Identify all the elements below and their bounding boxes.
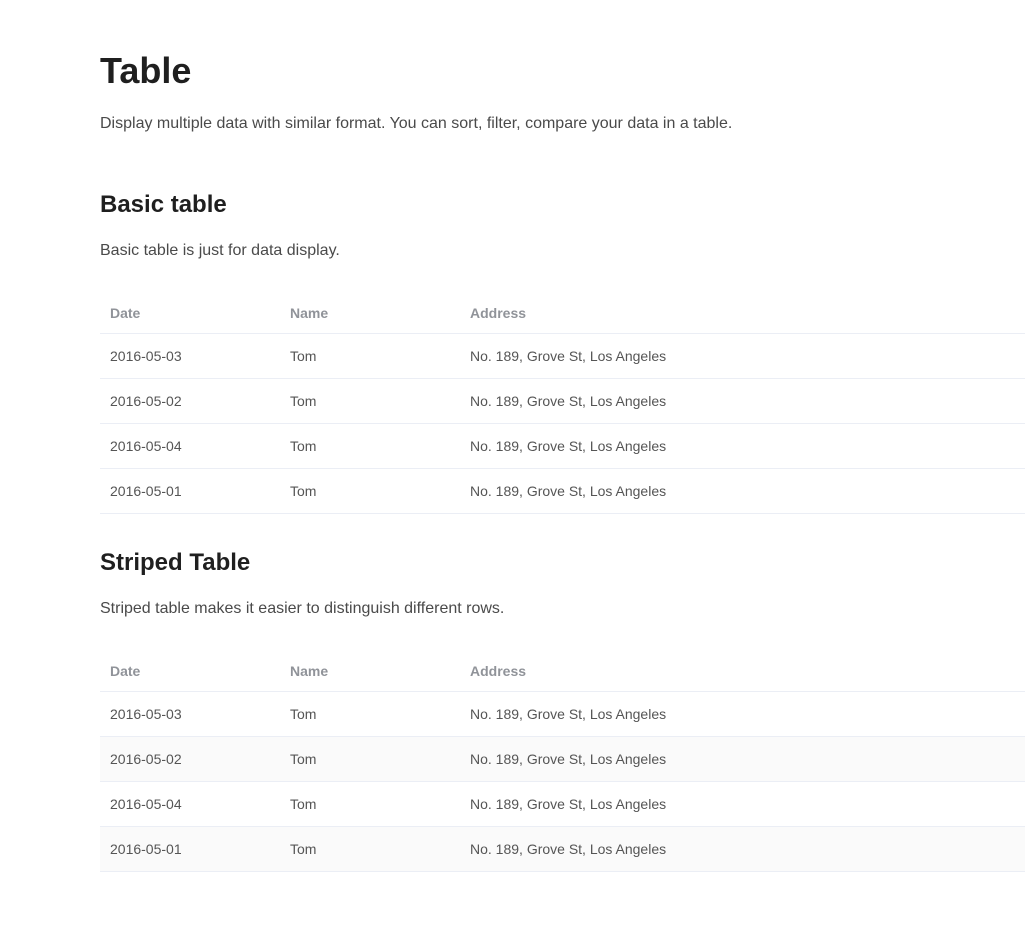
- cell-name: Tom: [280, 379, 460, 424]
- cell-date: 2016-05-03: [100, 334, 280, 379]
- cell-address: No. 189, Grove St, Los Angeles: [460, 379, 1025, 424]
- table-header-row: Date Name Address: [100, 293, 1025, 334]
- striped-section-description: Striped table makes it easier to disting…: [100, 597, 1025, 621]
- basic-section-description: Basic table is just for data display.: [100, 239, 1025, 263]
- basic-section-title: Basic table: [100, 191, 1025, 219]
- table-row: 2016-05-02 Tom No. 189, Grove St, Los An…: [100, 379, 1025, 424]
- cell-date: 2016-05-01: [100, 827, 280, 872]
- table-row: 2016-05-02 Tom No. 189, Grove St, Los An…: [100, 737, 1025, 782]
- table-row: 2016-05-01 Tom No. 189, Grove St, Los An…: [100, 469, 1025, 514]
- cell-name: Tom: [280, 469, 460, 514]
- column-header-name: Name: [280, 651, 460, 692]
- cell-address: No. 189, Grove St, Los Angeles: [460, 782, 1025, 827]
- table-row: 2016-05-04 Tom No. 189, Grove St, Los An…: [100, 424, 1025, 469]
- column-header-date: Date: [100, 293, 280, 334]
- page-description: Display multiple data with similar forma…: [100, 112, 1025, 136]
- cell-address: No. 189, Grove St, Los Angeles: [460, 827, 1025, 872]
- cell-address: No. 189, Grove St, Los Angeles: [460, 692, 1025, 737]
- striped-table: Date Name Address 2016-05-03 Tom No. 189…: [100, 651, 1025, 872]
- table-row: 2016-05-03 Tom No. 189, Grove St, Los An…: [100, 692, 1025, 737]
- cell-address: No. 189, Grove St, Los Angeles: [460, 469, 1025, 514]
- cell-address: No. 189, Grove St, Los Angeles: [460, 424, 1025, 469]
- cell-date: 2016-05-02: [100, 737, 280, 782]
- cell-date: 2016-05-03: [100, 692, 280, 737]
- cell-name: Tom: [280, 782, 460, 827]
- page-container: Table Display multiple data with similar…: [100, 50, 1025, 872]
- column-header-name: Name: [280, 293, 460, 334]
- basic-table: Date Name Address 2016-05-03 Tom No. 189…: [100, 293, 1025, 514]
- cell-address: No. 189, Grove St, Los Angeles: [460, 334, 1025, 379]
- cell-name: Tom: [280, 692, 460, 737]
- cell-name: Tom: [280, 424, 460, 469]
- cell-date: 2016-05-04: [100, 424, 280, 469]
- table-row: 2016-05-03 Tom No. 189, Grove St, Los An…: [100, 334, 1025, 379]
- table-row: 2016-05-01 Tom No. 189, Grove St, Los An…: [100, 827, 1025, 872]
- cell-address: No. 189, Grove St, Los Angeles: [460, 737, 1025, 782]
- column-header-date: Date: [100, 651, 280, 692]
- column-header-address: Address: [460, 651, 1025, 692]
- cell-date: 2016-05-02: [100, 379, 280, 424]
- cell-date: 2016-05-01: [100, 469, 280, 514]
- striped-section-title: Striped Table: [100, 549, 1025, 577]
- cell-name: Tom: [280, 737, 460, 782]
- table-header-row: Date Name Address: [100, 651, 1025, 692]
- column-header-address: Address: [460, 293, 1025, 334]
- cell-name: Tom: [280, 334, 460, 379]
- cell-date: 2016-05-04: [100, 782, 280, 827]
- cell-name: Tom: [280, 827, 460, 872]
- page-title: Table: [100, 50, 1025, 92]
- table-row: 2016-05-04 Tom No. 189, Grove St, Los An…: [100, 782, 1025, 827]
